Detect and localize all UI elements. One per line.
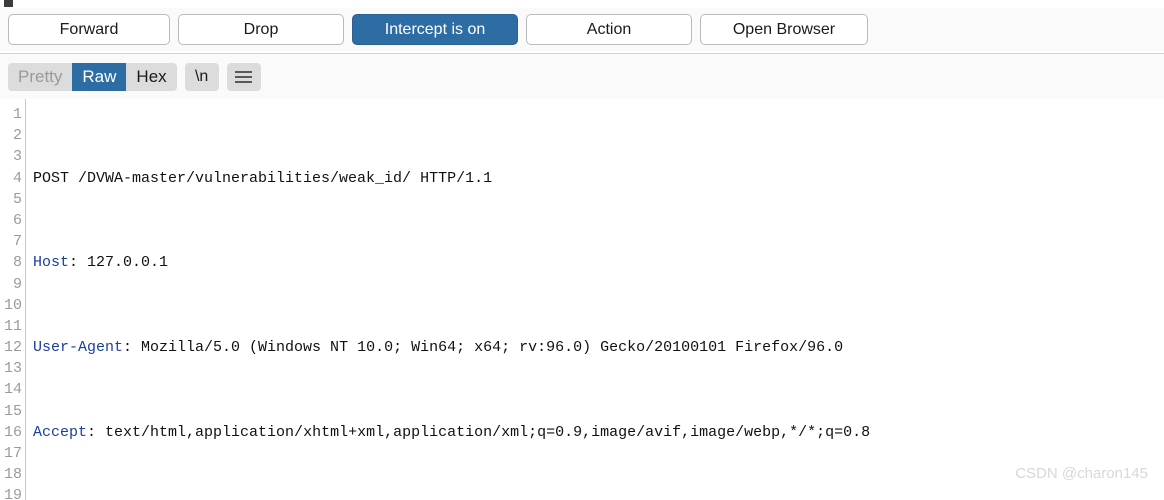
line-number: 19	[3, 487, 22, 500]
hamburger-icon[interactable]	[226, 62, 261, 91]
intercept-toggle-button[interactable]: Intercept is on	[352, 14, 518, 45]
line-number: 18	[3, 466, 22, 484]
line-number: 12	[3, 339, 22, 357]
tab-pretty[interactable]: Pretty	[8, 62, 73, 91]
header-colon: :	[69, 254, 88, 272]
line-number: 15	[3, 402, 22, 420]
line-number: 3	[12, 148, 22, 166]
header-value: 127.0.0.1	[87, 254, 169, 272]
tab-hex[interactable]: Hex	[126, 62, 177, 91]
line-number: 9	[12, 275, 22, 293]
tab-raw[interactable]: Raw	[72, 62, 127, 91]
request-line: POST /DVWA-master/vulnerabilities/weak_i…	[33, 168, 1164, 189]
header-row: User-Agent: Mozilla/5.0 (Windows NT 10.0…	[33, 337, 1164, 358]
request-raw-text[interactable]: POST /DVWA-master/vulnerabilities/weak_i…	[26, 99, 1164, 500]
line-number: 5	[12, 190, 22, 208]
header-colon: :	[87, 424, 106, 441]
header-value: Mozilla/5.0 (Windows NT 10.0; Win64; x64…	[141, 339, 844, 357]
message-view-mode-bar: Pretty Raw Hex \n	[0, 54, 1164, 99]
line-number: 2	[12, 127, 22, 145]
header-row: Accept: text/html,application/xhtml+xml,…	[33, 422, 1164, 443]
line-number: 1	[12, 106, 22, 123]
line-number-gutter: 1 2 3 4 5 6 7 8 9 10 11 12 13 14 15 16 1…	[0, 99, 26, 500]
header-name: User-Agent	[33, 339, 124, 357]
line-number: 10	[3, 296, 22, 314]
watermark: CSDN @charon145	[1015, 465, 1148, 482]
action-button[interactable]: Action	[526, 14, 692, 45]
header-colon: :	[123, 339, 142, 357]
request-line-text: POST /DVWA-master/vulnerabilities/weak_i…	[33, 169, 493, 187]
line-number: 11	[3, 317, 22, 335]
top-edge-artifact	[4, 0, 13, 7]
header-name: Host	[33, 254, 70, 272]
open-browser-button[interactable]: Open Browser	[700, 14, 868, 45]
line-number: 4	[12, 169, 22, 187]
line-number: 17	[3, 445, 22, 462]
line-number: 6	[12, 211, 22, 229]
header-name: Accept	[33, 424, 88, 441]
show-newlines-button[interactable]: \n	[184, 62, 219, 91]
drop-button[interactable]: Drop	[178, 14, 344, 45]
header-value: text/html,application/xhtml+xml,applicat…	[105, 424, 871, 441]
hamburger-icon-lines	[235, 70, 253, 83]
line-number: 16	[3, 423, 22, 441]
line-number: 14	[3, 381, 22, 399]
request-editor[interactable]: 1 2 3 4 5 6 7 8 9 10 11 12 13 14 15 16 1…	[0, 99, 1164, 500]
forward-button[interactable]: Forward	[8, 14, 170, 45]
proxy-intercept-toolbar: Forward Drop Intercept is on Action Open…	[0, 8, 1164, 51]
line-number: 7	[12, 233, 22, 251]
line-number: 8	[12, 254, 22, 272]
view-mode-segmented-control: Pretty Raw Hex	[8, 62, 177, 91]
header-row: Host: 127.0.0.1	[33, 252, 1164, 273]
line-number: 13	[3, 360, 22, 378]
